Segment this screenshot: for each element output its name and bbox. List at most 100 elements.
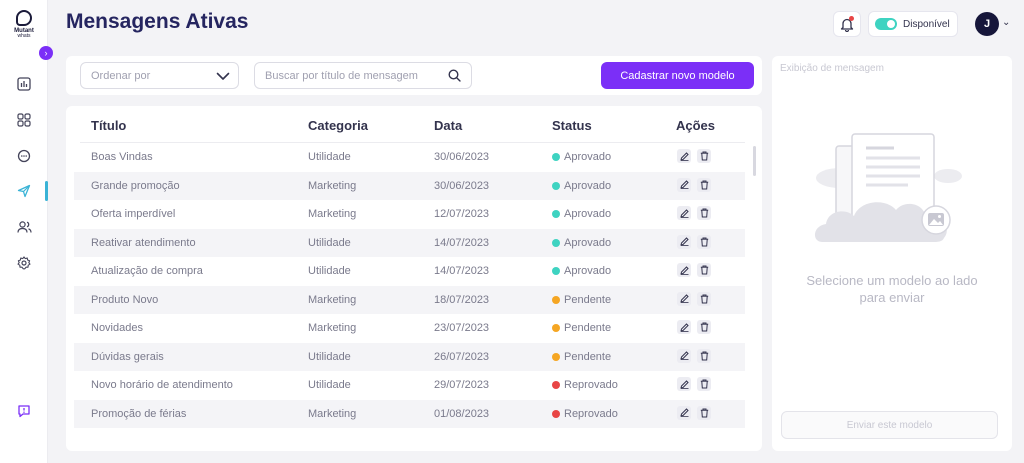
delete-button[interactable] (697, 206, 711, 220)
header-actions: Ações (676, 118, 716, 133)
delete-button[interactable] (697, 377, 711, 391)
sidebar-item-conversations[interactable] (14, 146, 34, 166)
cell-date: 30/06/2023 (434, 151, 490, 163)
delete-button[interactable] (697, 320, 711, 334)
status-dot (552, 352, 560, 361)
availability-label: Disponível (903, 18, 950, 30)
edit-button[interactable] (677, 377, 691, 391)
trash-icon (700, 265, 708, 275)
table-row[interactable]: Promoção de férias Marketing 01/08/2023 Rep… (74, 399, 745, 428)
status-badge: Aprovado (552, 237, 611, 249)
table-row[interactable]: Novidades Marketing 23/07/2023 Pendente (74, 314, 745, 342)
table-row[interactable]: Atualização de compra Utilidade 14/07/2023… (74, 257, 745, 285)
sidebar-item-active-messages[interactable] (14, 181, 34, 201)
status-badge: Aprovado (552, 208, 611, 220)
cell-date: 29/07/2023 (434, 379, 490, 391)
cell-title: Promoção de férias (91, 407, 187, 420)
cell-title: Produto Novo (91, 293, 159, 306)
status-dot (552, 210, 560, 218)
pencil-icon (679, 379, 689, 389)
delete-button[interactable] (697, 405, 711, 420)
app-logo[interactable]: Mutant whats (6, 10, 42, 39)
trash-icon (700, 379, 708, 389)
trash-icon (700, 408, 708, 417)
pencil-icon (679, 408, 689, 417)
cell-date: 12/07/2023 (434, 208, 490, 220)
status-label: Aprovado (564, 265, 612, 277)
delete-button[interactable] (697, 263, 711, 277)
new-template-button[interactable]: Cadastrar novo modelo (601, 62, 754, 89)
expand-sidebar-button[interactable]: › (39, 46, 53, 60)
delete-button[interactable] (697, 149, 711, 163)
cell-title: Atualização de compra (91, 265, 203, 277)
header-title[interactable]: Título (91, 118, 126, 133)
cell-title: Novidades (91, 322, 143, 334)
status-dot (552, 181, 560, 190)
table-row[interactable]: Boas Vindas Utilidade 30/06/2023 Aprovado (74, 143, 745, 171)
edit-button[interactable] (677, 320, 691, 334)
pencil-icon (679, 180, 689, 189)
status-dot (552, 238, 560, 247)
edit-button[interactable] (677, 263, 691, 277)
cell-category: Marketing (308, 407, 357, 420)
chat-icon (17, 149, 31, 163)
cell-title: Novo horário de atendimento (91, 379, 233, 391)
search-icon[interactable] (448, 69, 461, 82)
help-button[interactable] (14, 401, 34, 421)
delete-button[interactable] (697, 291, 711, 306)
delete-button[interactable] (697, 177, 711, 192)
status-badge: Aprovado (552, 180, 611, 192)
send-template-button[interactable]: Enviar este modelo (781, 411, 998, 439)
table-row[interactable]: Oferta imperdível Marketing 12/07/2023 Apro… (74, 200, 745, 228)
availability-toggle[interactable]: Disponível (868, 11, 958, 37)
edit-button[interactable] (677, 405, 691, 420)
sidebar-item-apps[interactable] (14, 110, 34, 130)
chevron-down-icon[interactable]: ⌄ (1002, 17, 1010, 28)
edit-button[interactable] (677, 291, 691, 306)
status-label: Reprovado (564, 379, 618, 391)
search-field[interactable] (254, 62, 472, 89)
header-category[interactable]: Categoria (308, 118, 368, 133)
sidebar-item-dashboard[interactable] (14, 74, 34, 94)
cell-category: Utilidade (308, 236, 351, 249)
trash-icon (700, 180, 708, 189)
status-label: Aprovado (564, 236, 612, 249)
header-date[interactable]: Data (434, 118, 462, 133)
table-row[interactable]: Novo horário de atendimento Utilidade 29/0… (74, 371, 745, 399)
table-row[interactable]: Reativar atendimento Utilidade 14/07/2023 A… (74, 228, 745, 257)
status-label: Aprovado (564, 208, 612, 220)
table-scrollbar[interactable] (753, 146, 756, 176)
trash-icon (700, 351, 708, 360)
search-input[interactable] (255, 63, 435, 88)
delete-button[interactable] (697, 234, 711, 249)
edit-button[interactable] (677, 206, 691, 220)
table-row[interactable]: Produto Novo Marketing 18/07/2023 Pendente (74, 285, 745, 314)
notifications-button[interactable] (833, 11, 861, 37)
cell-category: Marketing (308, 179, 357, 192)
user-avatar[interactable]: J (975, 12, 999, 36)
status-label: Pendente (564, 350, 612, 363)
message-preview-panel: Exibição de mensagem Selecione um modelo… (772, 56, 1012, 451)
gear-icon (17, 256, 31, 270)
edit-button[interactable] (677, 177, 691, 192)
cell-title: Boas Vindas (91, 151, 153, 163)
delete-button[interactable] (697, 348, 711, 363)
status-badge: Pendente (552, 351, 611, 363)
status-badge: Pendente (552, 322, 611, 334)
edit-button[interactable] (677, 234, 691, 249)
sidebar-item-settings[interactable] (14, 253, 34, 273)
status-badge: Aprovado (552, 151, 611, 163)
cell-title: Dúvidas gerais (91, 350, 164, 363)
header-status[interactable]: Status (552, 118, 592, 133)
sidebar-item-contacts[interactable] (14, 217, 34, 237)
order-by-select[interactable]: Ordenar por (80, 62, 239, 89)
table-row[interactable]: Dúvidas gerais Utilidade 26/07/2023 Pendent… (74, 342, 745, 371)
toggle-switch[interactable] (875, 18, 897, 30)
table-row[interactable]: Grande promoção Marketing 30/06/2023 Aprova… (74, 171, 745, 200)
status-label: Aprovado (564, 179, 612, 192)
status-dot (552, 267, 560, 275)
edit-button[interactable] (677, 348, 691, 363)
chevron-down-icon (216, 72, 230, 80)
edit-button[interactable] (677, 149, 691, 163)
status-label: Aprovado (564, 151, 612, 163)
